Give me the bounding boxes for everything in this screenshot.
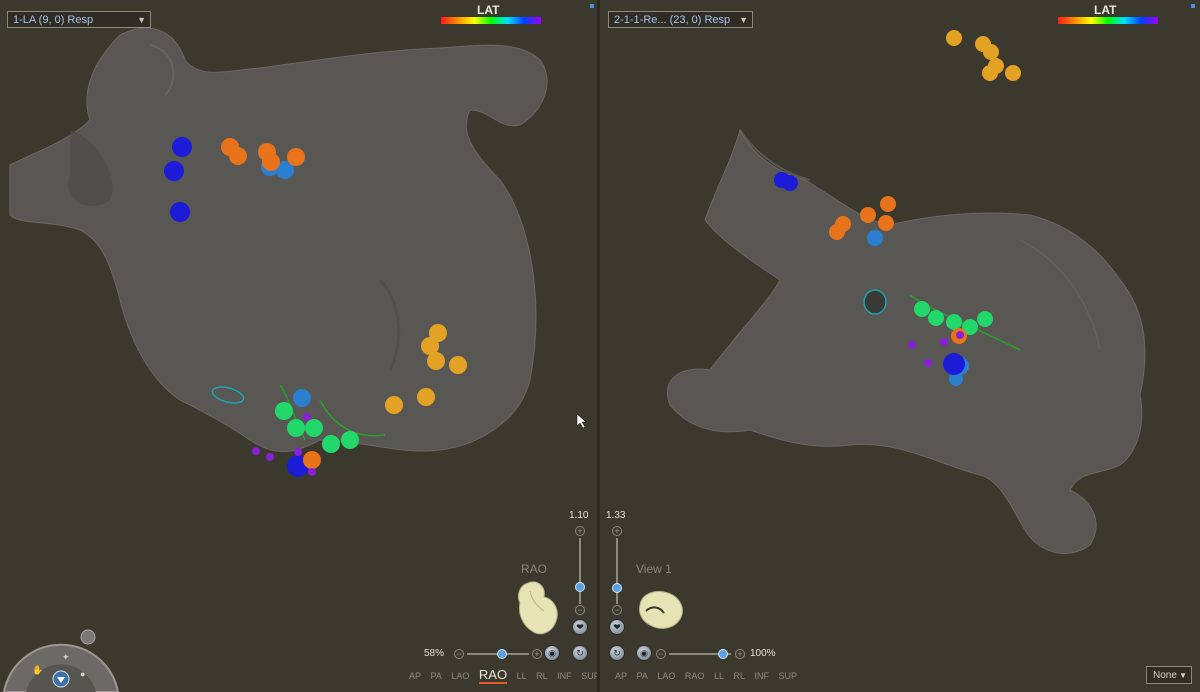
left-transparency-icon[interactable]: ◉ — [544, 645, 560, 661]
left-view-ll[interactable]: LL — [517, 671, 527, 681]
left-map-select[interactable]: 1-LA (9, 0) Resp ▼ — [7, 11, 151, 28]
display-mode-select-value: None — [1153, 670, 1177, 681]
left-zoom-percent: 58% — [424, 648, 445, 659]
left-lat-color-scale — [441, 17, 541, 24]
left-lat-legend-title: LAT — [477, 3, 500, 17]
right-opacity-slider-knob[interactable] — [718, 649, 728, 659]
left-view-buttons: AP PA LAO RAO LL RL INF SUP — [409, 667, 597, 684]
right-lat-color-scale — [1058, 17, 1158, 24]
right-lat-legend-title: LAT — [1094, 3, 1117, 17]
right-map-select-value: 2-1-1-Re... (23, 0) Resp — [614, 14, 731, 26]
left-view-rao[interactable]: RAO — [478, 667, 508, 684]
right-view-rl[interactable]: RL — [733, 671, 745, 681]
left-atrium-shell — [9, 27, 548, 453]
left-heart-orientation-icon — [517, 581, 558, 635]
left-zoom-slider-knob[interactable] — [575, 582, 585, 592]
right-zoom-value: 1.33 — [606, 510, 626, 521]
right-sync-icon[interactable]: ↻ — [609, 645, 625, 661]
right-view-buttons: AP PA LAO RAO LL RL INF SUP — [615, 671, 804, 681]
right-opacity-plus-icon[interactable]: + — [735, 649, 745, 659]
right-anatomy-model[interactable] — [600, 0, 1200, 692]
left-sync-icon[interactable]: ↻ — [572, 645, 588, 661]
right-view-ap[interactable]: AP — [615, 671, 627, 681]
svg-text:✋: ✋ — [32, 664, 43, 675]
left-opacity-minus-icon[interactable]: − — [454, 649, 464, 659]
right-zoom-out-icon[interactable]: − — [612, 605, 622, 615]
right-view-inf[interactable]: INF — [755, 671, 770, 681]
right-view-pa[interactable]: PA — [637, 671, 648, 681]
right-view-lao[interactable]: LAO — [657, 671, 675, 681]
right-map-select[interactable]: 2-1-1-Re... (23, 0) Resp ▼ — [608, 11, 753, 28]
left-view-ap[interactable]: AP — [409, 671, 421, 681]
right-zoom-slider-knob[interactable] — [612, 583, 622, 593]
left-zoom-out-icon[interactable]: − — [575, 605, 585, 615]
chevron-down-icon: ▼ — [1179, 671, 1187, 680]
left-opacity-plus-icon[interactable]: + — [532, 649, 542, 659]
right-view-sup[interactable]: SUP — [779, 671, 798, 681]
chevron-down-icon: ▼ — [137, 15, 146, 25]
left-opacity-slider-knob[interactable] — [497, 649, 507, 659]
right-view-ll[interactable]: LL — [714, 671, 724, 681]
left-zoom-in-icon[interactable]: + — [575, 526, 585, 536]
mouse-cursor — [576, 413, 587, 429]
right-zoom-in-icon[interactable]: + — [612, 526, 622, 536]
right-zoom-percent: 100% — [750, 648, 776, 659]
left-anatomy-model[interactable] — [0, 0, 597, 692]
left-view-pa[interactable]: PA — [431, 671, 442, 681]
left-view-sup[interactable]: SUP — [581, 671, 597, 681]
left-reset-view-icon[interactable]: ❤ — [572, 619, 588, 635]
left-zoom-slider-track[interactable] — [579, 538, 581, 604]
left-view-rl[interactable]: RL — [536, 671, 548, 681]
right-atrium-shell — [666, 128, 1146, 554]
left-map-select-value: 1-LA (9, 0) Resp — [13, 14, 94, 26]
chevron-down-icon: ▼ — [739, 15, 748, 25]
left-view-label: RAO — [521, 562, 548, 576]
svg-text:●: ● — [80, 669, 85, 679]
left-view-lao[interactable]: LAO — [451, 671, 469, 681]
left-view-inf[interactable]: INF — [557, 671, 572, 681]
right-view-rao[interactable]: RAO — [685, 671, 705, 681]
svg-text:✦: ✦ — [62, 652, 70, 662]
right-reset-view-icon[interactable]: ❤ — [609, 619, 625, 635]
right-transparency-icon[interactable]: ◉ — [636, 645, 652, 661]
left-map-viewport[interactable]: 1-LA (9, 0) Resp ▼ LAT ✋ ✦ ● 1.10 + − ❤ … — [0, 0, 597, 692]
right-map-viewport[interactable]: 2-1-1-Re... (23, 0) Resp ▼ LAT 1.33 + − … — [600, 0, 1200, 692]
left-corner-indicator — [590, 4, 594, 8]
right-view-label: View 1 — [636, 562, 672, 576]
right-corner-indicator — [1191, 4, 1195, 8]
left-zoom-value: 1.10 — [569, 510, 589, 521]
display-mode-select[interactable]: None ▼ — [1146, 666, 1192, 684]
right-zoom-slider-track[interactable] — [616, 538, 618, 604]
right-opacity-minus-icon[interactable]: − — [656, 649, 666, 659]
right-heart-orientation-icon — [639, 591, 683, 629]
orientation-control-widget[interactable]: ✋ ✦ ● — [0, 625, 122, 692]
